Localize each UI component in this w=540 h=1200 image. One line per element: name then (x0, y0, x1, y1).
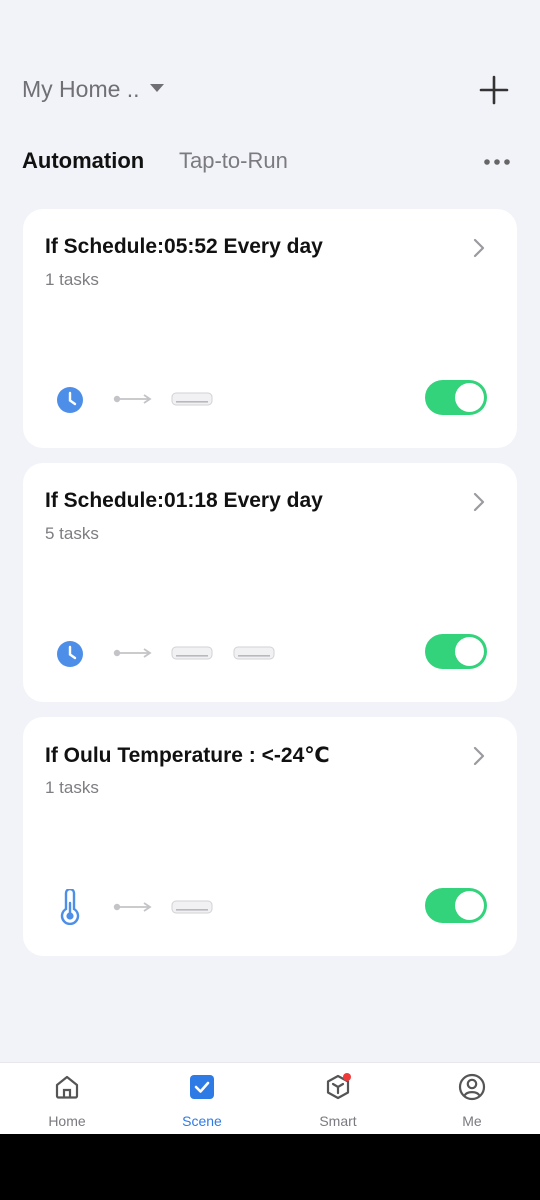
nav-me[interactable]: Me (422, 1063, 522, 1135)
arrow-right-icon (113, 648, 152, 658)
automation-toggle[interactable] (425, 888, 487, 923)
automation-flow (53, 889, 213, 925)
automation-card[interactable]: If Schedule:05:52 Every day 1 tasks (23, 209, 517, 448)
automation-flow (53, 635, 275, 671)
toggle-knob (455, 891, 484, 920)
clock-icon (57, 387, 83, 413)
scene-tabs: Automation Tap-to-Run (22, 148, 518, 180)
automation-task-count: 5 tasks (45, 524, 99, 543)
automation-toggle[interactable] (425, 380, 487, 415)
arrow-right-icon (113, 902, 152, 912)
automation-flow (53, 381, 213, 417)
air-conditioner-device-icon (171, 900, 213, 914)
automation-title: If Schedule:01:18 Every day (45, 489, 323, 512)
nav-scene[interactable]: Scene (152, 1063, 252, 1135)
tab-automation[interactable]: Automation (22, 148, 144, 174)
chevron-right-icon (473, 492, 485, 512)
toggle-knob (455, 637, 484, 666)
automation-title: If Schedule:05:52 Every day (45, 235, 323, 258)
user-profile-icon (458, 1073, 486, 1101)
app-header: My Home .. (0, 0, 540, 130)
automation-toggle[interactable] (425, 634, 487, 669)
chevron-right-icon (473, 238, 485, 258)
automation-title: If Oulu Temperature : <-24℃ (45, 744, 330, 767)
nav-scene-label: Scene (182, 1113, 222, 1129)
bottom-navigation: Home Scene Smart Me (0, 1062, 540, 1134)
nav-home-label: Home (48, 1113, 86, 1129)
toggle-knob (455, 383, 484, 412)
air-conditioner-device-icon (171, 646, 213, 660)
add-button[interactable] (478, 74, 510, 106)
home-selector[interactable]: My Home .. (22, 76, 164, 103)
nav-home[interactable]: Home (17, 1063, 117, 1135)
home-icon (55, 1075, 79, 1099)
system-navigation-bar (0, 1134, 540, 1200)
more-options-icon[interactable] (482, 152, 512, 172)
air-conditioner-device-icon (233, 646, 275, 660)
automation-card[interactable]: If Schedule:01:18 Every day 5 tasks (23, 463, 517, 702)
notification-badge (343, 1073, 351, 1081)
nav-me-label: Me (462, 1113, 482, 1129)
home-name: My Home .. (22, 76, 140, 102)
cube-icon (326, 1073, 351, 1100)
nav-smart-label: Smart (319, 1113, 357, 1129)
scene-check-icon (190, 1075, 214, 1099)
caret-down-icon (149, 83, 164, 92)
automation-task-count: 1 tasks (45, 270, 99, 289)
automation-task-count: 1 tasks (45, 778, 99, 797)
thermometer-icon (60, 889, 80, 925)
clock-icon (57, 641, 83, 667)
arrow-right-icon (113, 394, 152, 404)
tab-tap-to-run[interactable]: Tap-to-Run (179, 148, 288, 174)
air-conditioner-device-icon (171, 392, 213, 406)
automation-card[interactable]: If Oulu Temperature : <-24℃ 1 tasks (23, 717, 517, 956)
chevron-right-icon (473, 746, 485, 766)
nav-smart[interactable]: Smart (288, 1063, 388, 1135)
